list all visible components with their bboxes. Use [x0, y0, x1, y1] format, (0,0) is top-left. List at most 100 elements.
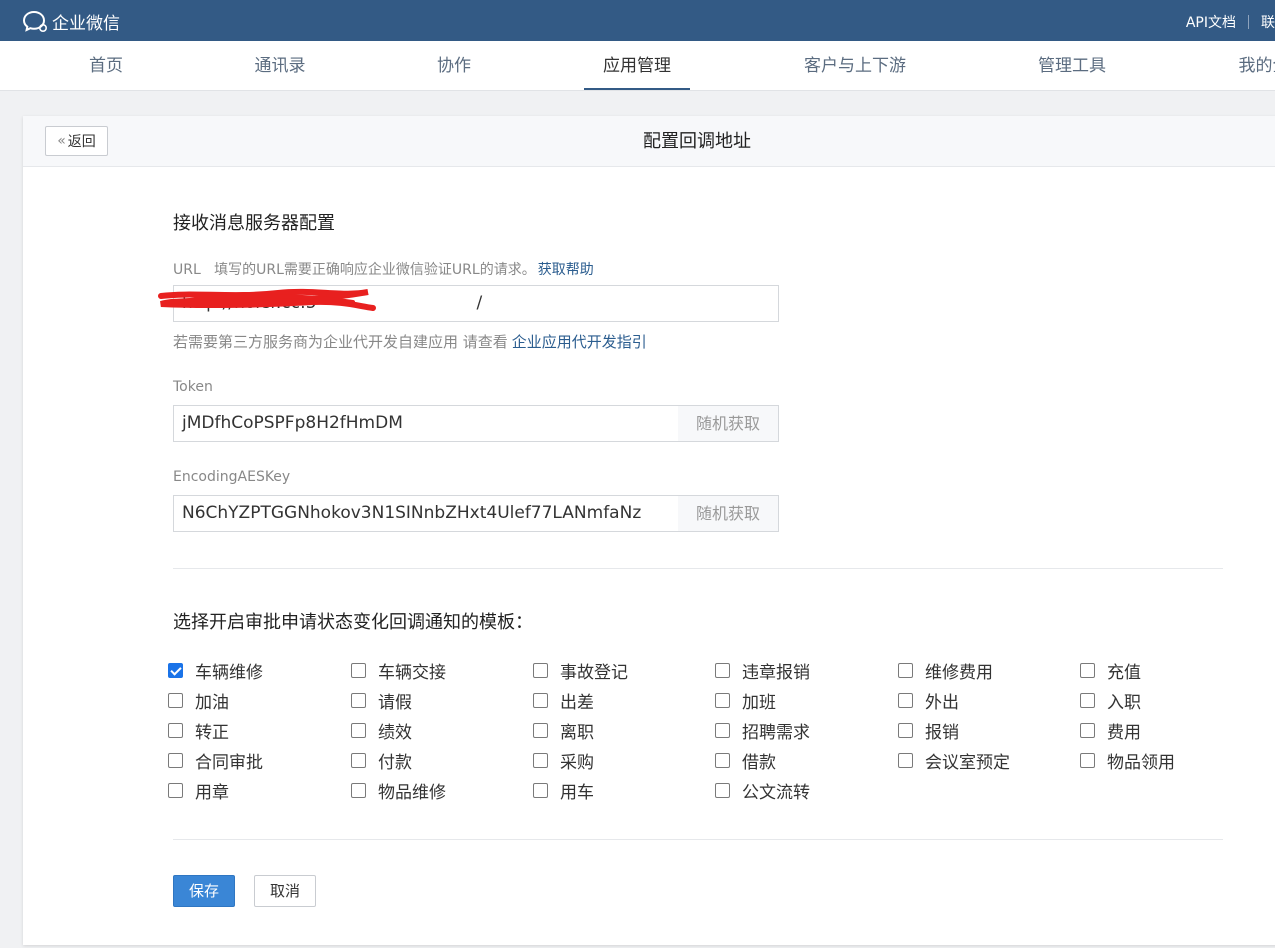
checkbox[interactable] — [168, 782, 183, 798]
template-label: 会议室预定 — [925, 752, 1010, 773]
checkbox[interactable] — [533, 722, 548, 738]
template-checkbox-item[interactable]: 加油 — [168, 689, 229, 713]
template-label: 绩效 — [378, 722, 412, 743]
nav-item-my-company[interactable]: 我的企 — [1239, 41, 1275, 90]
template-checkbox-item[interactable]: 物品维修 — [351, 779, 446, 803]
nav-item-home[interactable]: 首页 — [89, 41, 123, 90]
checkbox[interactable] — [1080, 662, 1095, 678]
templates-title: 选择开启审批申请状态变化回调通知的模板： — [173, 612, 533, 633]
checkbox[interactable] — [898, 722, 913, 738]
checkbox[interactable] — [533, 752, 548, 768]
checkbox[interactable] — [351, 752, 366, 768]
template-label: 加班 — [742, 692, 776, 713]
checkbox[interactable] — [351, 782, 366, 798]
checkbox[interactable] — [715, 782, 730, 798]
checkbox[interactable] — [351, 662, 366, 678]
api-docs-link[interactable]: API文档 — [1186, 12, 1236, 32]
template-checkbox-item[interactable]: 公文流转 — [715, 779, 810, 803]
template-checkbox-item[interactable]: 用车 — [533, 779, 594, 803]
nav-item-customers[interactable]: 客户与上下游 — [804, 41, 906, 90]
checkbox[interactable] — [533, 692, 548, 708]
template-checkbox-item[interactable]: 借款 — [715, 749, 776, 773]
get-help-link[interactable]: 获取帮助 — [538, 262, 594, 278]
url-hint: 填写的URL需要正确响应企业微信验证URL的请求。 — [214, 262, 536, 278]
aeskey-input[interactable]: N6ChYZPTGGNhokov3N1SINnbZHxt4Ulef77LANmf… — [173, 495, 679, 532]
template-checkbox-item[interactable]: 用章 — [168, 779, 229, 803]
template-checkbox-item[interactable]: 入职 — [1080, 689, 1141, 713]
template-checkbox-item[interactable]: 事故登记 — [533, 659, 628, 683]
template-checkbox-item[interactable]: 出差 — [533, 689, 594, 713]
template-checkbox-item[interactable]: 车辆交接 — [351, 659, 446, 683]
nav-item-app-management[interactable]: 应用管理 — [584, 41, 690, 90]
template-label: 充值 — [1107, 662, 1141, 683]
aeskey-random-button[interactable]: 随机获取 — [678, 495, 779, 532]
checkbox[interactable] — [351, 722, 366, 738]
template-checkbox-item[interactable]: 充值 — [1080, 659, 1141, 683]
checkbox[interactable] — [715, 662, 730, 678]
checkbox[interactable] — [715, 722, 730, 738]
template-checkbox-item[interactable]: 物品领用 — [1080, 749, 1175, 773]
nav-item-collaboration[interactable]: 协作 — [437, 41, 471, 90]
template-label: 用章 — [195, 782, 229, 803]
double-chevron-left-icon: « — [57, 133, 66, 149]
template-checkbox-item[interactable]: 维修费用 — [898, 659, 993, 683]
template-checkbox-item[interactable]: 付款 — [351, 749, 412, 773]
template-label: 费用 — [1107, 722, 1141, 743]
template-checkbox-item[interactable]: 费用 — [1080, 719, 1141, 743]
top-links: API文档 联 — [1186, 12, 1275, 32]
checkbox[interactable] — [1080, 722, 1095, 738]
url-label-row: URL 填写的URL需要正确响应企业微信验证URL的请求。 获取帮助 — [173, 259, 594, 279]
template-checkbox-item[interactable]: 绩效 — [351, 719, 412, 743]
token-random-button[interactable]: 随机获取 — [678, 405, 779, 442]
url-label: URL — [173, 262, 201, 278]
url-input-value: http://holer.cc:5 — [182, 293, 317, 313]
token-input[interactable]: jMDfhCoPSPFp8H2fHmDM — [173, 405, 679, 442]
template-label: 采购 — [560, 752, 594, 773]
checkbox[interactable] — [898, 752, 913, 768]
template-checkbox-item[interactable]: 加班 — [715, 689, 776, 713]
page-title: 配置回调地址 — [643, 131, 751, 152]
checkbox-checked[interactable] — [168, 662, 183, 678]
checkbox[interactable] — [533, 782, 548, 798]
checkbox[interactable] — [898, 662, 913, 678]
checkbox[interactable] — [533, 662, 548, 678]
template-checkbox-item[interactable]: 采购 — [533, 749, 594, 773]
template-checkbox-item[interactable]: 违章报销 — [715, 659, 810, 683]
template-label: 外出 — [925, 692, 959, 713]
template-label: 付款 — [378, 752, 412, 773]
logo-text: 企业微信 — [52, 13, 120, 34]
nav-item-contacts[interactable]: 通讯录 — [255, 41, 306, 90]
checkbox[interactable] — [715, 692, 730, 708]
checkbox[interactable] — [168, 692, 183, 708]
template-label: 车辆交接 — [378, 662, 446, 683]
template-checkbox-item[interactable]: 报销 — [898, 719, 959, 743]
divider — [1248, 15, 1249, 29]
main-nav: 首页 通讯录 协作 应用管理 客户与上下游 管理工具 我的企 — [0, 41, 1275, 91]
contact-link[interactable]: 联 — [1261, 12, 1275, 32]
logo[interactable]: 企业微信 — [22, 9, 120, 34]
checkbox[interactable] — [168, 722, 183, 738]
checkbox[interactable] — [1080, 692, 1095, 708]
save-button[interactable]: 保存 — [173, 875, 235, 907]
checkbox[interactable] — [715, 752, 730, 768]
template-checkbox-item[interactable]: 车辆维修 — [168, 659, 263, 683]
checkbox[interactable] — [898, 692, 913, 708]
nav-item-management-tools[interactable]: 管理工具 — [1038, 41, 1106, 90]
cancel-button[interactable]: 取消 — [254, 875, 316, 907]
template-checkbox-item[interactable]: 转正 — [168, 719, 229, 743]
template-checkbox-item[interactable]: 离职 — [533, 719, 594, 743]
back-button[interactable]: « 返回 — [45, 126, 108, 156]
template-checkbox-item[interactable]: 合同审批 — [168, 749, 263, 773]
url-input[interactable]: http://holer.cc:5 / — [173, 285, 779, 322]
template-label: 借款 — [742, 752, 776, 773]
template-checkbox-item[interactable]: 会议室预定 — [898, 749, 1010, 773]
checkbox[interactable] — [351, 692, 366, 708]
template-checkbox-item[interactable]: 请假 — [351, 689, 412, 713]
template-checkbox-item[interactable]: 招聘需求 — [715, 719, 810, 743]
checkbox[interactable] — [168, 752, 183, 768]
third-party-note-row: 若需要第三方服务商为企业代开发自建应用 请查看 企业应用代开发指引 — [173, 331, 647, 352]
checkbox[interactable] — [1080, 752, 1095, 768]
template-checkbox-item[interactable]: 外出 — [898, 689, 959, 713]
dev-guide-link[interactable]: 企业应用代开发指引 — [512, 333, 647, 351]
divider — [173, 568, 1223, 569]
